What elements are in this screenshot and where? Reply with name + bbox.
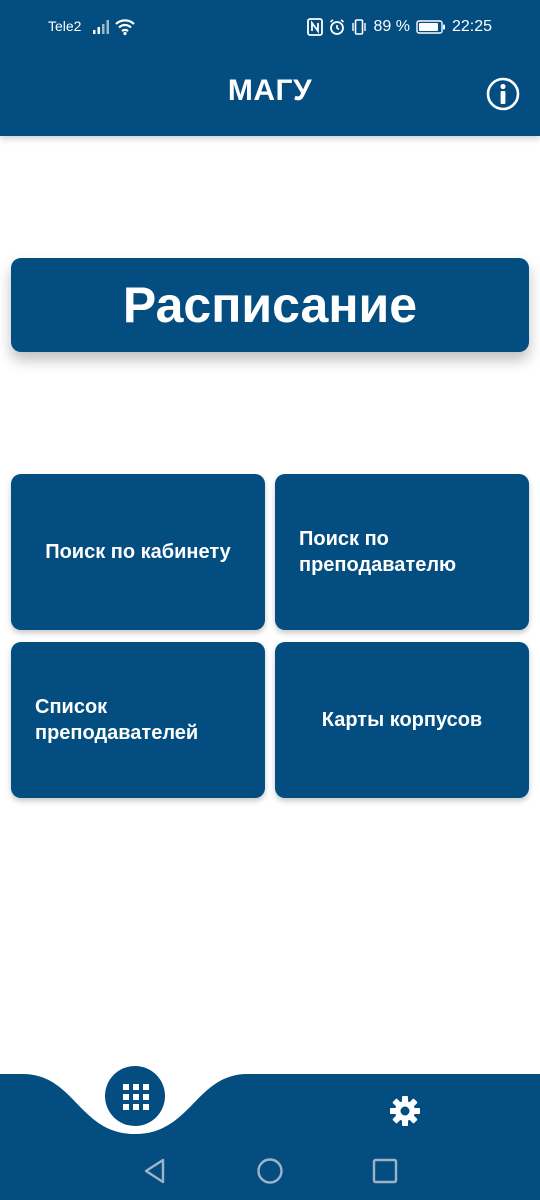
- app-title: МАГУ: [227, 74, 313, 107]
- teachers-list-button[interactable]: Список преподавателей: [11, 642, 265, 798]
- clock: 22:25: [451, 18, 492, 35]
- back-icon[interactable]: [141, 1156, 169, 1186]
- nfc-icon: [307, 18, 324, 36]
- battery-icon: [416, 20, 445, 34]
- search-by-teacher-label: Поиск по преподавателю: [299, 528, 457, 576]
- recent-apps-icon[interactable]: [372, 1158, 398, 1184]
- settings-gear-icon[interactable]: [389, 1095, 421, 1127]
- schedule-button[interactable]: Расписание: [11, 258, 529, 352]
- carrier-label: Tele2: [48, 18, 82, 34]
- info-icon[interactable]: [486, 77, 520, 111]
- search-by-teacher-button[interactable]: Поиск по преподавателю: [275, 474, 529, 630]
- teachers-list-label: Список преподавателей: [35, 696, 199, 744]
- search-by-room-button[interactable]: Поиск по кабинету: [11, 474, 265, 630]
- menu-button[interactable]: [105, 1066, 165, 1126]
- search-by-room-label: Поиск по кабинету: [45, 541, 231, 563]
- status-bar: Tele2 89 % 22:25: [0, 0, 540, 52]
- app-header: Tele2 89 % 22:25 МАГУ: [0, 0, 540, 136]
- wifi-icon: [115, 19, 135, 36]
- battery-percent: 89 %: [373, 18, 410, 35]
- building-maps-button[interactable]: Карты корпусов: [275, 642, 529, 798]
- menu-grid-icon: [123, 1084, 149, 1110]
- alarm-icon: [330, 19, 345, 35]
- status-right: 89 % 22:25: [307, 16, 492, 38]
- building-maps-label: Карты корпусов: [321, 709, 483, 731]
- signal-icon: [93, 20, 109, 34]
- home-icon[interactable]: [256, 1157, 284, 1185]
- vibrate-icon: [352, 19, 367, 35]
